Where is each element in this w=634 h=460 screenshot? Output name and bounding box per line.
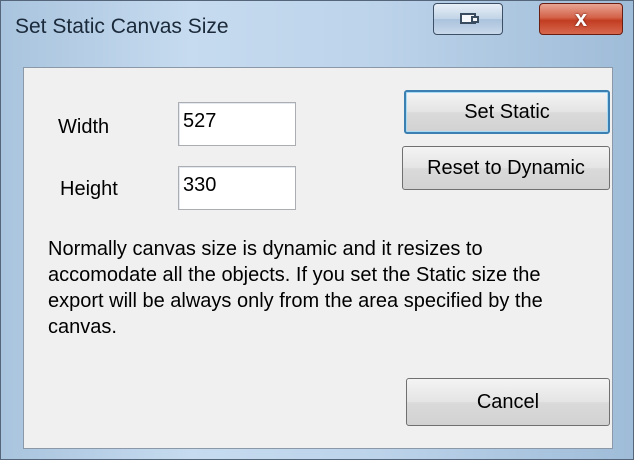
width-field[interactable]: 527 [178, 102, 296, 146]
cancel-button[interactable]: Cancel [406, 378, 610, 426]
title-bar[interactable]: Set Static Canvas Size x [1, 1, 633, 41]
reset-to-dynamic-button[interactable]: Reset to Dynamic [402, 146, 610, 190]
dialog-client-area: Width 527 Height 330 Set Static Reset to… [23, 67, 613, 449]
description-line: canvas. [48, 316, 117, 338]
description-line: accomodate all the objects. If you set t… [48, 264, 541, 286]
set-static-button[interactable]: Set Static [404, 90, 610, 134]
window-title: Set Static Canvas Size [15, 15, 229, 38]
description-text: Normally canvas size is dynamic and it r… [48, 236, 594, 340]
description-line: Normally canvas size is dynamic and it r… [48, 238, 483, 260]
close-icon: x [574, 6, 588, 31]
close-button[interactable]: x [539, 3, 623, 35]
width-label: Width [58, 116, 110, 138]
restore-icon-small [471, 16, 479, 23]
height-field[interactable]: 330 [178, 166, 296, 210]
restore-button[interactable] [433, 3, 503, 35]
description-line: export will be always only from the area… [48, 290, 543, 312]
dialog-window: Set Static Canvas Size x Width 527 Heigh… [0, 0, 634, 460]
height-label: Height [60, 178, 118, 200]
